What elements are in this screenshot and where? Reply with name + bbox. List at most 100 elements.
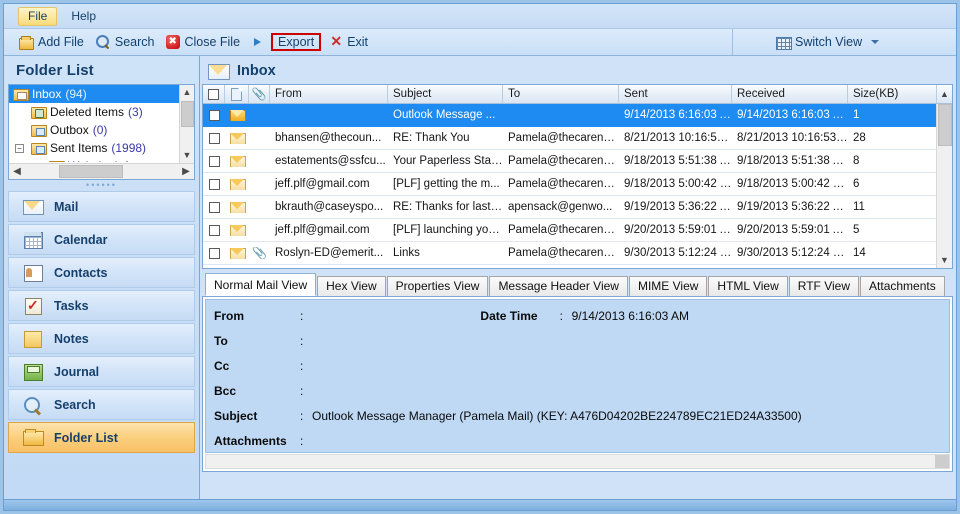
scroll-thumb[interactable] <box>935 455 949 468</box>
navigation-list: Mail Calendar Contacts Tasks Notes <box>6 191 197 453</box>
collapse-expander-icon[interactable]: − <box>15 143 24 153</box>
tree-item-count: (94) <box>65 87 87 101</box>
folder-sent-icon <box>31 142 47 155</box>
column-header-from[interactable]: From <box>270 85 388 103</box>
row-checkbox[interactable] <box>208 224 220 236</box>
tab-message-header-view[interactable]: Message Header View <box>489 276 628 296</box>
tree-item-label: Website Info <box>68 159 134 162</box>
sidebar-item-contacts[interactable]: Contacts <box>8 257 195 288</box>
tab-properties-view[interactable]: Properties View <box>386 276 489 296</box>
add-file-button[interactable]: Add File <box>13 33 90 51</box>
row-checkbox[interactable] <box>208 178 220 190</box>
pane-splitter-handle[interactable]: •••••• <box>6 180 197 189</box>
row-checkbox-cell[interactable] <box>203 178 225 190</box>
row-checkbox[interactable] <box>208 132 220 144</box>
row-checkbox[interactable] <box>208 201 220 213</box>
scroll-up-icon[interactable]: ▲ <box>183 85 192 100</box>
table-row[interactable]: bhansen@thecoun... RE: Thank You Pamela@… <box>203 127 936 150</box>
row-checkbox-cell[interactable] <box>203 201 225 213</box>
menu-item-help[interactable]: Help <box>61 7 106 26</box>
column-header-to[interactable]: To <box>503 85 619 103</box>
table-row[interactable]: 📎 Roslyn-ED@emerit... Links Pamela@theca… <box>203 242 936 265</box>
row-checkbox-cell[interactable] <box>203 224 225 236</box>
row-attachment-cell: 📎 <box>249 247 270 259</box>
table-row[interactable]: bkrauth@caseyspo... RE: Thanks for last … <box>203 196 936 219</box>
tab-mime-view[interactable]: MIME View <box>628 276 708 296</box>
tree-item-sent-items[interactable]: − Sent Items (1998) <box>9 139 179 157</box>
tree-item-outbox[interactable]: Outbox (0) <box>9 121 179 139</box>
column-header-attachment[interactable]: 📎 <box>249 85 270 103</box>
cell-sent: 9/18/2013 5:00:42 PM <box>624 178 732 190</box>
tree-item-website-info[interactable]: Website Info <box>9 157 179 162</box>
tab-attachments[interactable]: Attachments <box>860 276 945 296</box>
tree-item-inbox[interactable]: Inbox (94) <box>9 85 179 103</box>
message-list-scrollbar[interactable]: ▼ <box>936 104 952 268</box>
preview-horizontal-scrollbar[interactable] <box>205 454 950 469</box>
export-button[interactable]: Export <box>271 33 322 51</box>
table-row[interactable]: Outlook Message ... 9/14/2013 6:16:03 AM… <box>203 104 936 127</box>
scroll-down-icon[interactable]: ▼ <box>183 148 192 163</box>
sidebar-item-folder-list[interactable]: Folder List <box>8 422 195 453</box>
column-header-sent[interactable]: Sent <box>619 85 732 103</box>
row-message-icon-cell <box>225 109 249 121</box>
tasks-icon <box>23 297 43 315</box>
tab-normal-mail-view[interactable]: Normal Mail View <box>205 273 317 296</box>
table-row[interactable]: estatements@ssfcu... Your Paperless Stat… <box>203 150 936 173</box>
row-checkbox-cell[interactable] <box>203 132 225 144</box>
column-header-subject[interactable]: Subject <box>388 85 503 103</box>
row-checkbox-cell[interactable] <box>203 109 225 121</box>
folder-tree-horizontal-scrollbar[interactable]: ◀ ▶ <box>9 163 194 179</box>
column-header-message-type[interactable] <box>225 85 249 103</box>
table-row[interactable]: nimkodi@aol.com Recommendation Pamela@th… <box>203 265 936 268</box>
sidebar-item-journal[interactable]: Journal <box>8 356 195 387</box>
sidebar-item-search[interactable]: Search <box>8 389 195 420</box>
tab-rtf-view[interactable]: RTF View <box>788 276 860 296</box>
play-arrow-icon <box>252 36 263 48</box>
colon: : <box>300 384 304 398</box>
scroll-right-icon[interactable]: ▶ <box>178 166 194 177</box>
sidebar-item-label: Search <box>54 397 96 412</box>
sidebar-item-label: Mail <box>54 199 79 214</box>
sidebar-item-calendar[interactable]: Calendar <box>8 224 195 255</box>
column-header-received[interactable]: Received <box>732 85 848 103</box>
switch-view-button[interactable]: Switch View <box>770 33 885 51</box>
sidebar-item-mail[interactable]: Mail <box>8 191 195 222</box>
scroll-down-icon[interactable]: ▼ <box>940 252 949 268</box>
message-list[interactable]: 📎 From Subject To Sent Received Size(KB)… <box>202 84 953 269</box>
menu-item-file[interactable]: File <box>18 6 58 26</box>
tab-hex-view[interactable]: Hex View <box>317 276 386 296</box>
search-button[interactable]: Search <box>90 33 161 51</box>
folder-tree[interactable]: Inbox (94) Deleted Items (3) Outbox (0) <box>8 84 195 180</box>
scroll-thumb[interactable] <box>180 101 194 127</box>
column-header-select-all[interactable] <box>203 85 225 103</box>
row-checkbox[interactable] <box>208 247 220 259</box>
tree-item-deleted-items[interactable]: Deleted Items (3) <box>9 103 179 121</box>
envelope-unread-icon <box>230 109 246 121</box>
row-checkbox-cell[interactable] <box>203 247 225 259</box>
scroll-up-icon[interactable]: ▲ <box>936 85 952 104</box>
sidebar-item-notes[interactable]: Notes <box>8 323 195 354</box>
colon: : <box>559 309 563 323</box>
exit-button[interactable]: ✕ Exit <box>323 33 374 51</box>
table-row[interactable]: jeff.plf@gmail.com [PLF] launching you..… <box>203 219 936 242</box>
envelope-icon <box>208 63 230 80</box>
table-row[interactable]: jeff.plf@gmail.com [PLF] getting the m..… <box>203 173 936 196</box>
scroll-thumb[interactable] <box>937 104 952 146</box>
subject-label: Subject <box>214 409 258 423</box>
close-file-button[interactable]: Close File <box>160 33 246 51</box>
folder-icon <box>49 160 65 162</box>
column-header-size[interactable]: Size(KB) <box>848 85 940 103</box>
select-all-checkbox[interactable] <box>208 88 219 100</box>
sidebar-item-label: Calendar <box>54 232 108 247</box>
tree-item-count: (1998) <box>111 141 147 155</box>
row-checkbox-cell[interactable] <box>203 155 225 167</box>
application-window: File Help Add File Search Close File Exp… <box>3 3 957 511</box>
folder-tree-vertical-scrollbar[interactable]: ▲ ▼ <box>179 85 194 163</box>
row-checkbox[interactable] <box>208 109 220 121</box>
tab-html-view[interactable]: HTML View <box>708 276 788 296</box>
scroll-left-icon[interactable]: ◀ <box>9 166 25 177</box>
row-checkbox[interactable] <box>208 155 220 167</box>
sidebar-item-tasks[interactable]: Tasks <box>8 290 195 321</box>
close-x-icon: ✕ <box>330 33 343 49</box>
scroll-thumb[interactable] <box>59 165 123 178</box>
